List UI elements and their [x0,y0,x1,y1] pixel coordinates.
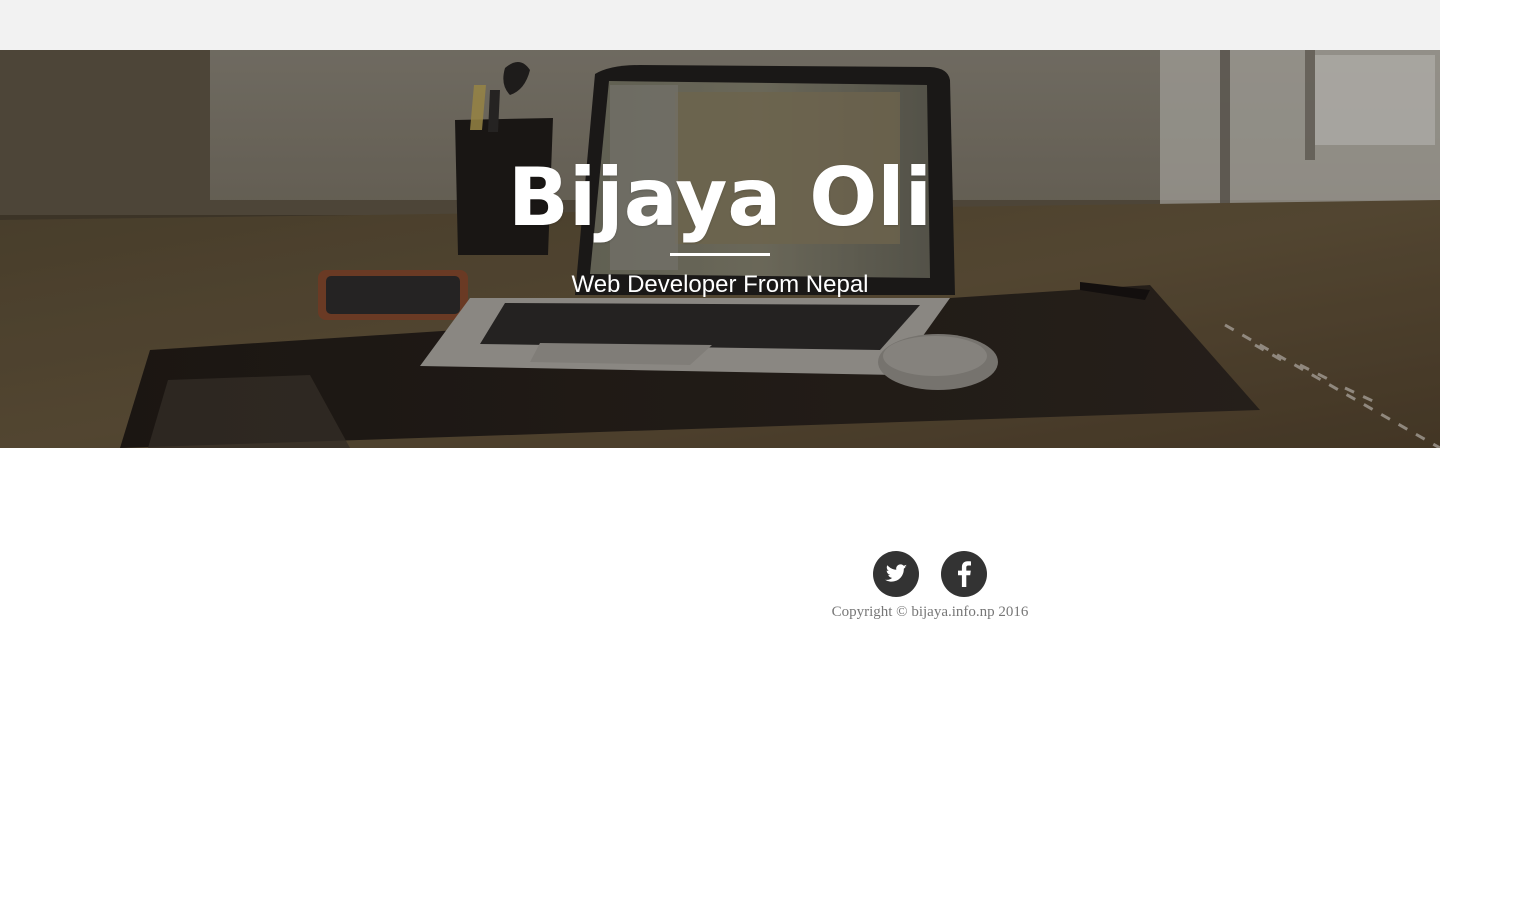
hero-content: Bijaya Oli Web Developer From Nepal [0,50,1440,448]
hero-title: Bijaya Oli [507,151,933,244]
top-navbar [0,0,1440,50]
facebook-link[interactable] [941,551,987,597]
hero-section: Bijaya Oli Web Developer From Nepal [0,50,1440,448]
facebook-icon [956,561,972,587]
social-links [873,551,987,597]
twitter-icon [884,563,908,585]
twitter-link[interactable] [873,551,919,597]
copyright-text: Copyright © bijaya.info.np 2016 [831,604,1029,620]
hero-divider [670,253,770,256]
footer: Copyright © bijaya.info.np 2016 [720,550,1140,630]
page: Bijaya Oli Web Developer From Nepal Copy… [0,0,1515,900]
hero-subtitle: Web Developer From Nepal [571,271,869,298]
